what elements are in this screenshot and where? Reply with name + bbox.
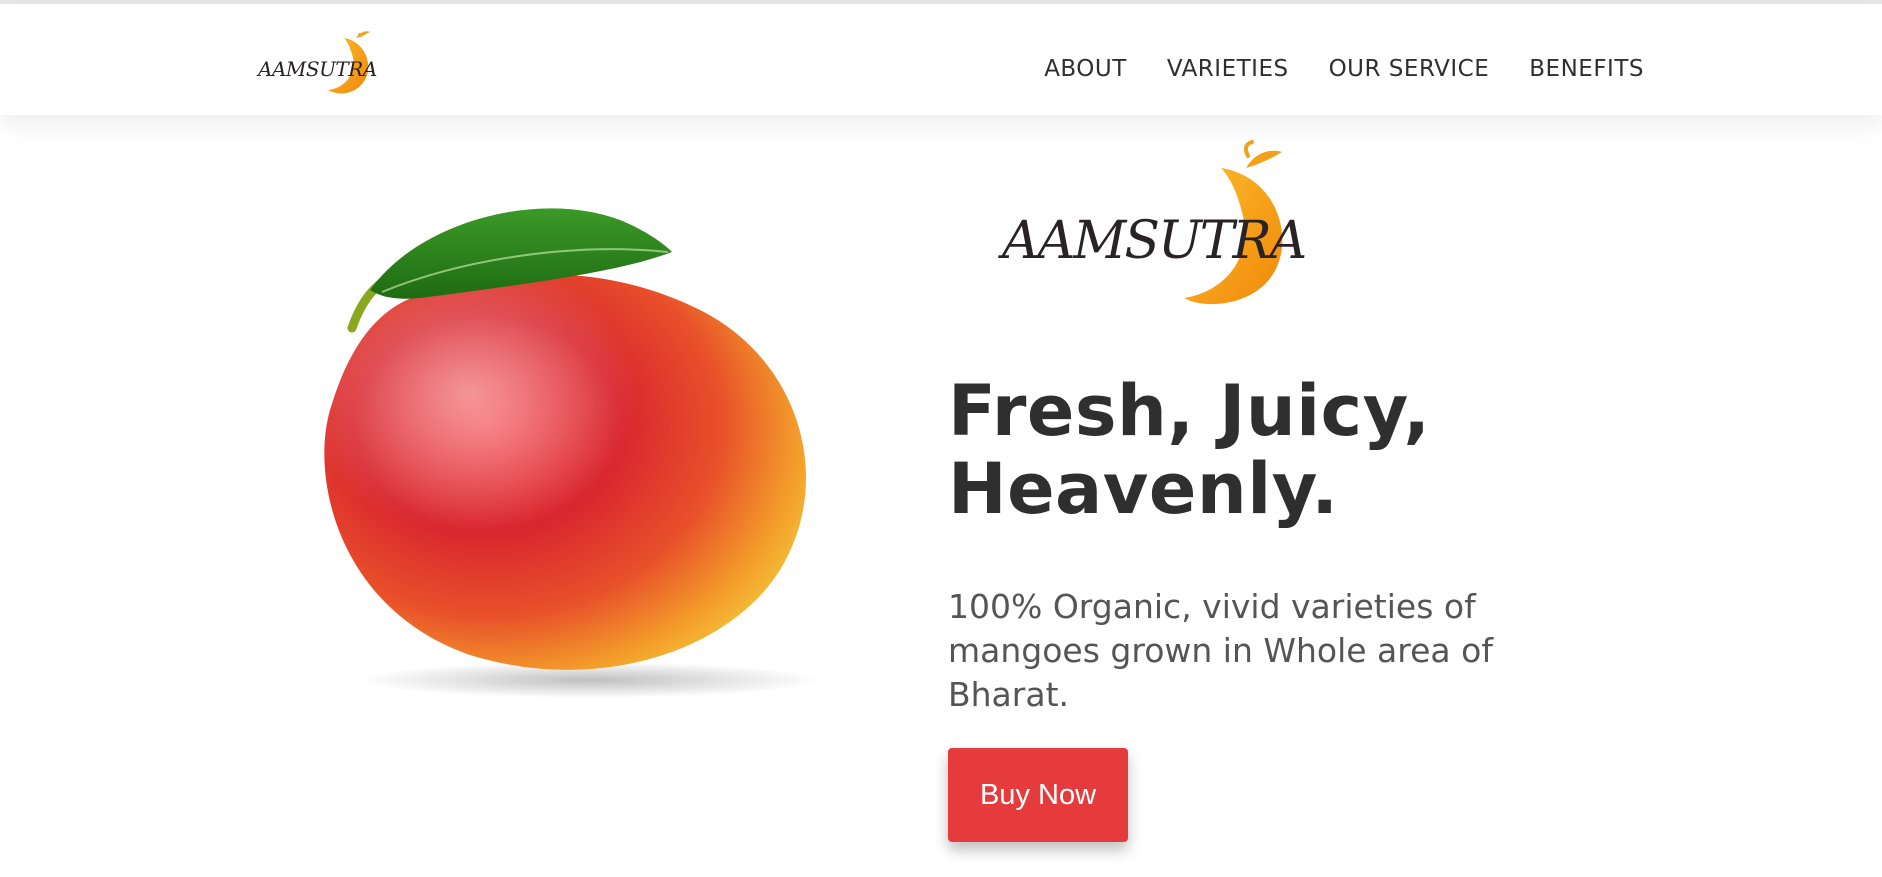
- svg-text:AAMSUTRA: AAMSUTRA: [256, 57, 377, 81]
- nav-logo[interactable]: AAMSUTRA: [256, 24, 386, 100]
- nav-our-service-link[interactable]: OUR SERVICE: [1329, 56, 1490, 82]
- mango-image: [300, 180, 860, 710]
- navbar: AAMSUTRA ABOUT VARIETIES OUR SERVICE BEN…: [0, 4, 1882, 115]
- main-nav: ABOUT VARIETIES OUR SERVICE BENEFITS: [1044, 56, 1644, 82]
- nav-about-link[interactable]: ABOUT: [1044, 56, 1127, 82]
- hero-title: Fresh, Juicy, Heavenly.: [948, 370, 1431, 530]
- svg-text:AAMSUTRA: AAMSUTRA: [998, 211, 1305, 271]
- nav-varieties-link[interactable]: VARIETIES: [1167, 56, 1289, 82]
- aamsutra-logo-small: AAMSUTRA: [256, 31, 377, 94]
- hero-logo: AAMSUTRA: [996, 140, 1307, 310]
- hero-subtitle: 100% Organic, vivid varieties of mangoes…: [948, 587, 1493, 714]
- aamsutra-logo-large: AAMSUTRA: [998, 140, 1307, 305]
- nav-benefits-link[interactable]: BENEFITS: [1529, 56, 1644, 82]
- buy-now-button[interactable]: Buy Now: [948, 748, 1128, 842]
